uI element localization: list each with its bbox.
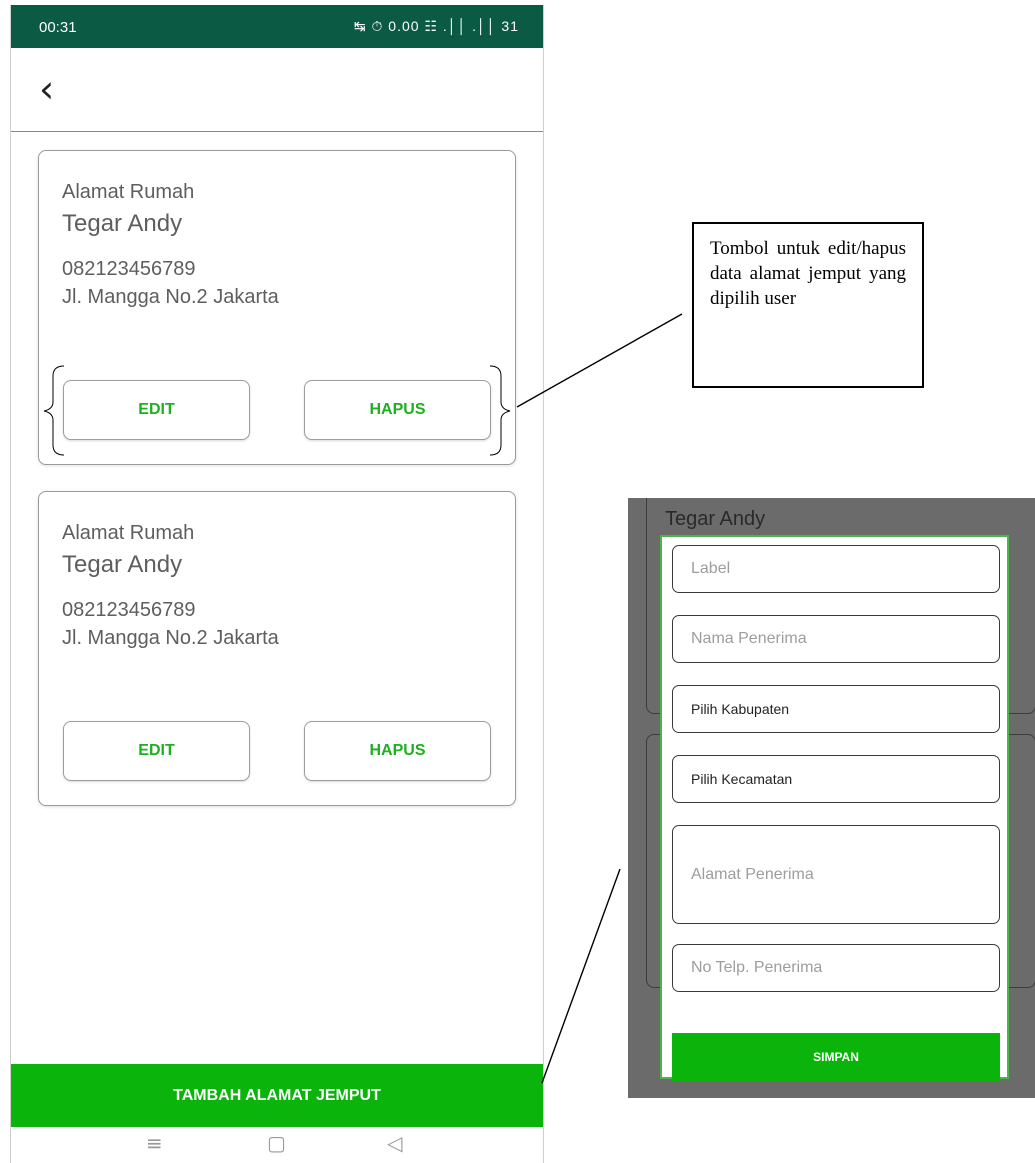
pointer-line-edit-buttons <box>516 313 683 408</box>
recipient-phone-input[interactable]: No Telp. Penerima <box>672 944 1000 992</box>
regency-select[interactable]: Pilih Kabupaten <box>672 685 1000 733</box>
pointer-line-dialog <box>541 868 621 1084</box>
right-brace <box>489 365 511 456</box>
save-button[interactable]: SIMPAN <box>672 1033 1000 1081</box>
annotation-box: Tombol untuk edit/hapus data alamat jemp… <box>692 222 924 388</box>
add-address-dialog: Label Nama Penerima Pilih Kabupaten Pili… <box>660 535 1009 1081</box>
add-address-dialog-screenshot: Tegar Andy Label Nama Penerima Pilih Kab… <box>628 498 1035 1098</box>
label-input[interactable]: Label <box>672 545 1000 593</box>
left-brace <box>43 365 65 456</box>
district-select[interactable]: Pilih Kecamatan <box>672 755 1000 803</box>
recipient-name-input[interactable]: Nama Penerima <box>672 615 1000 663</box>
recipient-address-input[interactable]: Alamat Penerima <box>672 825 1000 924</box>
